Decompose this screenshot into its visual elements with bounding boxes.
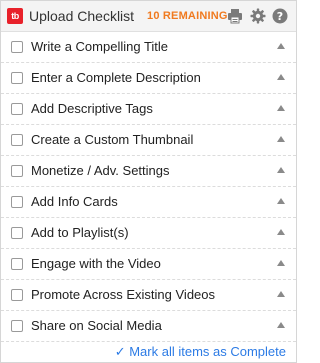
item-checkbox[interactable] [11, 196, 23, 208]
list-item[interactable]: Create a Custom Thumbnail [1, 125, 296, 156]
caret-up-icon[interactable] [277, 43, 285, 49]
list-item[interactable]: Promote Across Existing Videos [1, 280, 296, 311]
list-item[interactable]: Add Descriptive Tags [1, 94, 296, 125]
item-label: Engage with the Video [31, 256, 161, 271]
caret-up-icon[interactable] [277, 105, 285, 111]
item-label: Share on Social Media [31, 318, 162, 333]
list-item[interactable]: Enter a Complete Description [1, 63, 296, 94]
checklist-header: tb Upload Checklist 10 REMAINING ? [1, 1, 296, 32]
list-item[interactable]: Write a Compelling Title [1, 32, 296, 63]
item-checkbox[interactable] [11, 41, 23, 53]
print-icon[interactable] [227, 8, 243, 24]
list-item[interactable]: Add Info Cards [1, 187, 296, 218]
item-checkbox[interactable] [11, 289, 23, 301]
item-label: Write a Compelling Title [31, 39, 169, 54]
item-checkbox[interactable] [11, 320, 23, 332]
item-label: Add Descriptive Tags [31, 101, 153, 116]
item-label: Add to Playlist(s) [31, 225, 129, 240]
list-item[interactable]: Monetize / Adv. Settings [1, 156, 296, 187]
remaining-count: 10 REMAINING [147, 10, 228, 22]
gear-icon[interactable] [250, 8, 266, 24]
checklist-footer: ✓ Mark all items as Complete [1, 342, 296, 362]
list-item[interactable]: Share on Social Media [1, 311, 296, 342]
checklist-title: Upload Checklist [29, 8, 135, 24]
item-label: Add Info Cards [31, 194, 118, 209]
upload-checklist-panel: tb Upload Checklist 10 REMAINING ? Write… [0, 0, 297, 363]
item-label: Monetize / Adv. Settings [31, 163, 170, 178]
caret-up-icon[interactable] [277, 167, 285, 173]
item-checkbox[interactable] [11, 165, 23, 177]
item-checkbox[interactable] [11, 103, 23, 115]
item-checkbox[interactable] [11, 134, 23, 146]
item-label: Enter a Complete Description [31, 70, 201, 85]
caret-up-icon[interactable] [277, 198, 285, 204]
item-label: Create a Custom Thumbnail [31, 132, 194, 147]
mark-all-complete-link[interactable]: ✓ Mark all items as Complete [115, 344, 286, 360]
caret-up-icon[interactable] [277, 136, 285, 142]
caret-up-icon[interactable] [277, 260, 285, 266]
caret-up-icon[interactable] [277, 229, 285, 235]
item-checkbox[interactable] [11, 227, 23, 239]
item-checkbox[interactable] [11, 258, 23, 270]
caret-up-icon[interactable] [277, 291, 285, 297]
item-checkbox[interactable] [11, 72, 23, 84]
svg-text:?: ? [277, 10, 283, 23]
caret-up-icon[interactable] [277, 322, 285, 328]
list-item[interactable]: Add to Playlist(s) [1, 218, 296, 249]
caret-up-icon[interactable] [277, 74, 285, 80]
tubebuddy-logo: tb [7, 8, 23, 24]
checklist-items: Write a Compelling Title Enter a Complet… [1, 32, 296, 342]
list-item[interactable]: Engage with the Video [1, 249, 296, 280]
item-label: Promote Across Existing Videos [31, 287, 216, 302]
help-icon[interactable]: ? [272, 8, 288, 24]
